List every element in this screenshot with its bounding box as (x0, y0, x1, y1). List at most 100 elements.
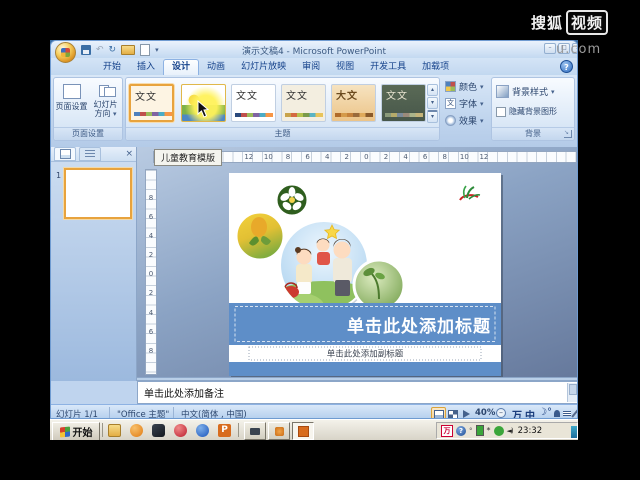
task-button-powerpoint-active[interactable] (292, 422, 314, 440)
theme-thumbnail-4[interactable]: 文文 (281, 84, 326, 122)
video-frame: 搜狐 视频 u.com 演示文稿4 - Microsoft PowerPoint… (0, 0, 640, 480)
ribbon-tab-row: 开始 插入 设计 动画 幻灯片放映 审阅 视图 开发工具 加载项 (51, 58, 577, 75)
system-tray: 万 ? ° * ◄) 23:32 (436, 422, 578, 439)
tab-review[interactable]: 审阅 (294, 60, 328, 75)
hide-background-graphics-control[interactable]: 隐藏背景图形 (496, 104, 557, 119)
theme-color-strip (335, 113, 373, 117)
background-styles-label: 背景样式 (512, 88, 549, 98)
help-button[interactable]: ? (560, 60, 573, 73)
start-button[interactable]: 开始 (52, 422, 100, 440)
gallery-scroll-up-icon[interactable]: ▴ (427, 84, 438, 96)
tab-design[interactable]: 设计 (163, 59, 200, 75)
background-styles-button[interactable]: 背景样式 ▾ (496, 84, 555, 99)
quick-launch-powerpoint-icon[interactable]: P (218, 424, 231, 437)
theme-effects-button[interactable]: 效果 ▾ (445, 113, 484, 128)
tab-animations[interactable]: 动画 (199, 60, 233, 75)
tray-small-icon[interactable]: ° (469, 427, 473, 435)
tab-view[interactable]: 视图 (328, 60, 362, 75)
slide-thumbnail-1[interactable] (64, 168, 132, 219)
slideshow-view-button[interactable] (459, 407, 474, 418)
new-document-icon[interactable] (140, 43, 151, 56)
redo-icon[interactable]: ↻ (109, 45, 117, 55)
user-icon[interactable] (554, 410, 560, 417)
quick-launch-dark-app-icon[interactable] (152, 424, 165, 437)
slide-canvas[interactable]: 单击此处添加标题 单击此处添加副标题 (229, 173, 501, 376)
theme-glyph: 文文 (135, 92, 157, 103)
theme-thumbnail-6[interactable]: 文文 (381, 84, 426, 122)
tray-edge-app-icon[interactable] (571, 426, 577, 438)
taskbar-clock[interactable]: 23:32 (518, 426, 543, 436)
theme-thumbnail-current[interactable]: 文文 (129, 84, 174, 122)
tab-slideshow[interactable]: 幻灯片放映 (233, 60, 294, 75)
theme-fonts-button[interactable]: 文 字体 ▾ (445, 96, 484, 111)
watermark-brand-box: 视频 (566, 10, 609, 35)
tab-insert[interactable]: 插入 (129, 60, 163, 75)
tab-outline[interactable] (79, 147, 101, 161)
tab-developer[interactable]: 开发工具 (362, 60, 414, 75)
notes-pane[interactable]: 单击此处添加备注 (137, 381, 577, 404)
orientation-label-2: 方向 ▾ (94, 109, 117, 118)
options-wrench-icon[interactable] (571, 409, 577, 418)
slideshow-icon (463, 410, 470, 418)
background-dialog-launcher-icon[interactable]: ↘ (564, 130, 572, 138)
theme-thumbnail-5[interactable]: 大文 (331, 84, 376, 122)
notes-placeholder[interactable]: 单击此处添加备注 (144, 385, 224, 400)
panel-close-icon[interactable]: × (125, 148, 133, 160)
notes-scrollbar[interactable] (567, 383, 577, 402)
undo-icon[interactable]: ↶ (96, 45, 104, 55)
office-button[interactable] (55, 42, 76, 63)
soft-keyboard-moon-icon[interactable]: ☽ (538, 407, 547, 418)
quick-launch-blue-app-icon[interactable] (196, 424, 209, 437)
tray-star-icon[interactable]: * (487, 426, 491, 435)
tray-ime-icon[interactable]: 万 (441, 424, 453, 437)
quick-launch-media-player-icon[interactable] (130, 424, 143, 437)
save-icon[interactable] (81, 44, 91, 55)
hide-background-graphics-checkbox[interactable] (496, 106, 506, 117)
keyboard-icon[interactable] (563, 411, 571, 416)
zoom-out-button[interactable]: – (496, 408, 506, 418)
tab-addins[interactable]: 加载项 (414, 60, 457, 75)
orientation-label-1: 幻灯片 (93, 100, 118, 109)
gallery-more-icon[interactable]: ▾ (427, 110, 438, 123)
theme-glyph: 文文 (286, 91, 308, 102)
quick-launch-red-ball-icon[interactable] (174, 424, 187, 437)
slide-sorter-view-button[interactable] (445, 407, 460, 418)
title-placeholder-text[interactable]: 单击此处添加标题 (347, 316, 491, 337)
notes-scrollbar-thumb[interactable] (569, 384, 577, 395)
page-setup-button[interactable]: 页面设置 (55, 82, 88, 126)
battery-icon[interactable] (475, 425, 484, 436)
h-ruler-number: 2 (344, 153, 349, 161)
theme-thumbnail-3[interactable]: 文文 (231, 84, 276, 122)
task-button-2[interactable] (268, 422, 290, 440)
watermark: 搜狐 视频 (531, 10, 609, 35)
tray-help-icon[interactable]: ? (456, 425, 466, 436)
slide-orientation-icon (98, 84, 116, 97)
slides-tab-icon (59, 149, 71, 159)
h-ruler-number: 4 (403, 153, 408, 161)
gallery-scroll-down-icon[interactable]: ▾ (427, 97, 438, 109)
normal-view-button[interactable] (431, 407, 446, 418)
group-background: 背景样式 ▾ 隐藏背景图形 背景 ↘ (491, 77, 575, 141)
theme-colors-button[interactable]: 颜色 ▾ (445, 79, 484, 94)
minimize-button[interactable]: – (544, 43, 556, 54)
h-ruler-number: 4 (324, 153, 330, 161)
language-mode-indicator[interactable]: 中 (525, 407, 535, 418)
slide-orientation-button[interactable]: 幻灯片 方向 ▾ (89, 82, 122, 126)
task-button-1[interactable] (244, 422, 266, 440)
ime-indicator[interactable]: 万 (512, 407, 522, 418)
punctuation-mode-icon[interactable]: ° (547, 407, 552, 418)
h-ruler-number: 12 (244, 153, 254, 161)
volume-icon[interactable]: ◄) (507, 427, 514, 435)
customize-qat-caret-icon[interactable]: ▾ (155, 46, 159, 54)
watermark-domain: u.com (556, 42, 602, 57)
subtitle-placeholder-text[interactable]: 单击此处添加副标题 (327, 349, 404, 360)
tray-antivirus-icon[interactable] (493, 425, 504, 436)
open-folder-icon[interactable] (121, 44, 136, 55)
quick-launch-folder-icon[interactable] (108, 424, 121, 437)
language-status[interactable]: 中文(简体 , 中国) (181, 408, 247, 418)
tab-home[interactable]: 开始 (95, 60, 129, 75)
theme-color-strip (235, 113, 273, 117)
tab-slides-thumbnails[interactable] (54, 147, 76, 161)
vertical-ruler[interactable]: 8 6 4 2 0 2 4 6 8 (145, 169, 157, 375)
flower-circle-graphic (274, 182, 310, 218)
